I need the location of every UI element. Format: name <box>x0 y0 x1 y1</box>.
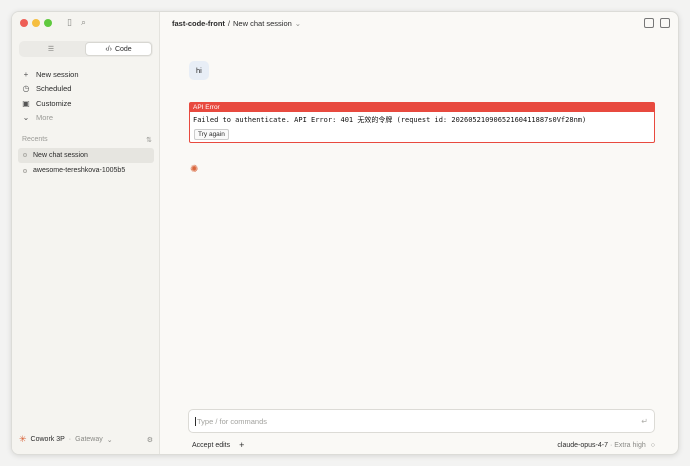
session-status-icon <box>23 168 27 173</box>
status-circle-icon: ○ <box>650 441 655 449</box>
workspace-switcher[interactable]: ✳ Cowork 3P · Gateway ⌄ <box>19 434 113 445</box>
api-error-box: API Error Failed to authenticate. API Er… <box>189 102 655 143</box>
clock-icon: ◷ <box>22 84 30 94</box>
zoom-window-button[interactable] <box>44 19 52 27</box>
plus-icon: + <box>23 69 29 79</box>
main-panel: fast-code-front / New chat session ⌄ hi … <box>160 12 678 454</box>
search-icon[interactable]: ⌕ <box>78 17 89 28</box>
window-controls <box>20 19 52 27</box>
user-message: hi <box>189 61 209 80</box>
tab-chat[interactable]: ☰ <box>20 42 85 56</box>
chat-list-icon: ☰ <box>47 46 55 53</box>
chevron-down-icon: ⌄ <box>106 436 113 444</box>
settings-sliders-icon[interactable]: ⚙ <box>147 436 153 444</box>
recents-header: Recents ⇅ <box>22 136 152 144</box>
code-icon: ‹/› <box>105 45 112 53</box>
customize-button[interactable]: ▣ Customize <box>22 96 152 111</box>
thinking-spinner-icon: ✺ <box>190 164 199 175</box>
error-message: Failed to authenticate. API Error: 401 无… <box>193 116 587 124</box>
composer-toolbar: Accept edits + claude-opus-4-7 · Extra h… <box>192 440 655 450</box>
tab-code[interactable]: ‹/› Code <box>85 42 152 56</box>
sidebar-nav: + New session ◷ Scheduled ▣ Customize ⌄ … <box>22 67 152 125</box>
document-icon[interactable] <box>644 18 654 28</box>
new-session-button[interactable]: + New session <box>22 67 152 82</box>
top-right-controls <box>644 18 670 28</box>
chevron-down-icon[interactable]: ⌄ <box>295 19 301 28</box>
scheduled-button[interactable]: ◷ Scheduled <box>22 82 152 97</box>
sort-icon[interactable]: ⇅ <box>146 136 152 144</box>
send-icon[interactable]: ↵ <box>641 417 648 426</box>
message-composer[interactable]: Type / for commands ↵ <box>188 409 655 433</box>
close-window-button[interactable] <box>20 19 28 27</box>
recents-list: New chat session awesome-tereshkova-1005… <box>18 148 154 179</box>
briefcase-icon: ▣ <box>22 98 30 108</box>
recent-session-item[interactable]: awesome-tereshkova-1005b5 <box>18 164 154 179</box>
recent-session-item[interactable]: New chat session <box>18 148 154 163</box>
mode-switcher: ☰ ‹/› Code <box>19 41 153 57</box>
accept-edits-button[interactable]: Accept edits <box>192 442 230 449</box>
error-title: API Error <box>190 103 654 112</box>
model-selector[interactable]: claude-opus-4-7 · Extra high <box>557 442 645 449</box>
composer-input[interactable]: Type / for commands <box>195 416 267 426</box>
plus-icon[interactable]: + <box>239 440 244 450</box>
sidebar: ▯ ⌕ ☰ ‹/› Code + New session ◷ Scheduled… <box>12 12 160 454</box>
chevron-down-icon: ⌄ <box>22 113 30 123</box>
minimize-window-button[interactable] <box>32 19 40 27</box>
try-again-button[interactable]: Try again <box>194 129 229 140</box>
panel-toggle-icon[interactable] <box>660 18 670 28</box>
breadcrumb: fast-code-front / New chat session ⌄ <box>172 19 302 28</box>
more-button[interactable]: ⌄ More <box>22 111 152 126</box>
app-window: ▯ ⌕ ☰ ‹/› Code + New session ◷ Scheduled… <box>11 11 679 455</box>
session-status-icon <box>23 153 27 158</box>
workspace-footer: ✳ Cowork 3P · Gateway ⌄ ⚙ <box>19 434 153 445</box>
cowork-logo-icon: ✳ <box>19 434 27 444</box>
sidebar-toggle-icon[interactable]: ▯ <box>64 17 75 28</box>
